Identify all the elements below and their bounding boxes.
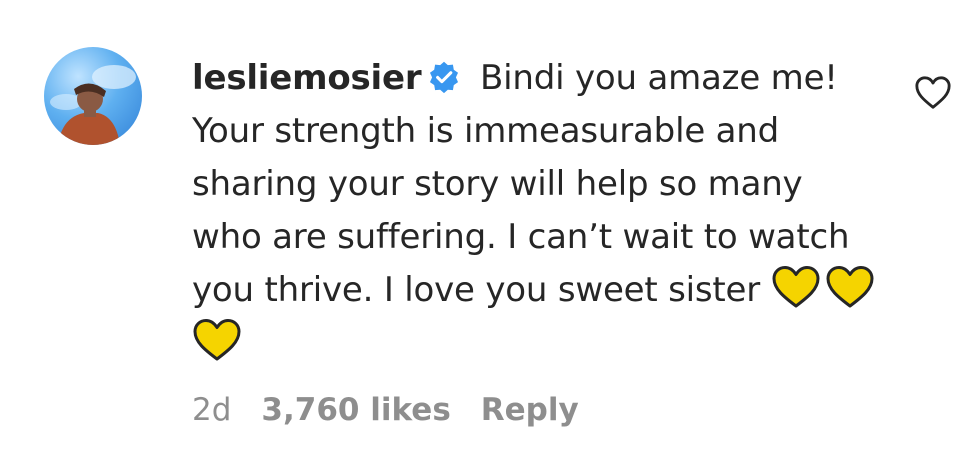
username-link[interactable]: lesliemosier: [192, 58, 422, 98]
comment-body: lesliemosier Bindi you amaze me! Your st…: [192, 52, 882, 370]
yellow-heart-icon: [826, 266, 874, 308]
yellow-heart-icon: [772, 266, 820, 308]
verified-badge-icon: [430, 61, 459, 94]
timestamp[interactable]: 2d: [192, 392, 231, 428]
likes-count-button[interactable]: 3,760 likes: [261, 392, 450, 428]
avatar-image: [50, 65, 136, 145]
comment: lesliemosier Bindi you amaze me! Your st…: [0, 0, 980, 468]
avatar[interactable]: [44, 47, 142, 145]
reply-button[interactable]: Reply: [481, 392, 579, 428]
comment-meta: 2d 3,760 likes Reply: [192, 392, 579, 428]
yellow-heart-icon: [193, 319, 241, 361]
heart-outline-icon[interactable]: [914, 74, 952, 112]
